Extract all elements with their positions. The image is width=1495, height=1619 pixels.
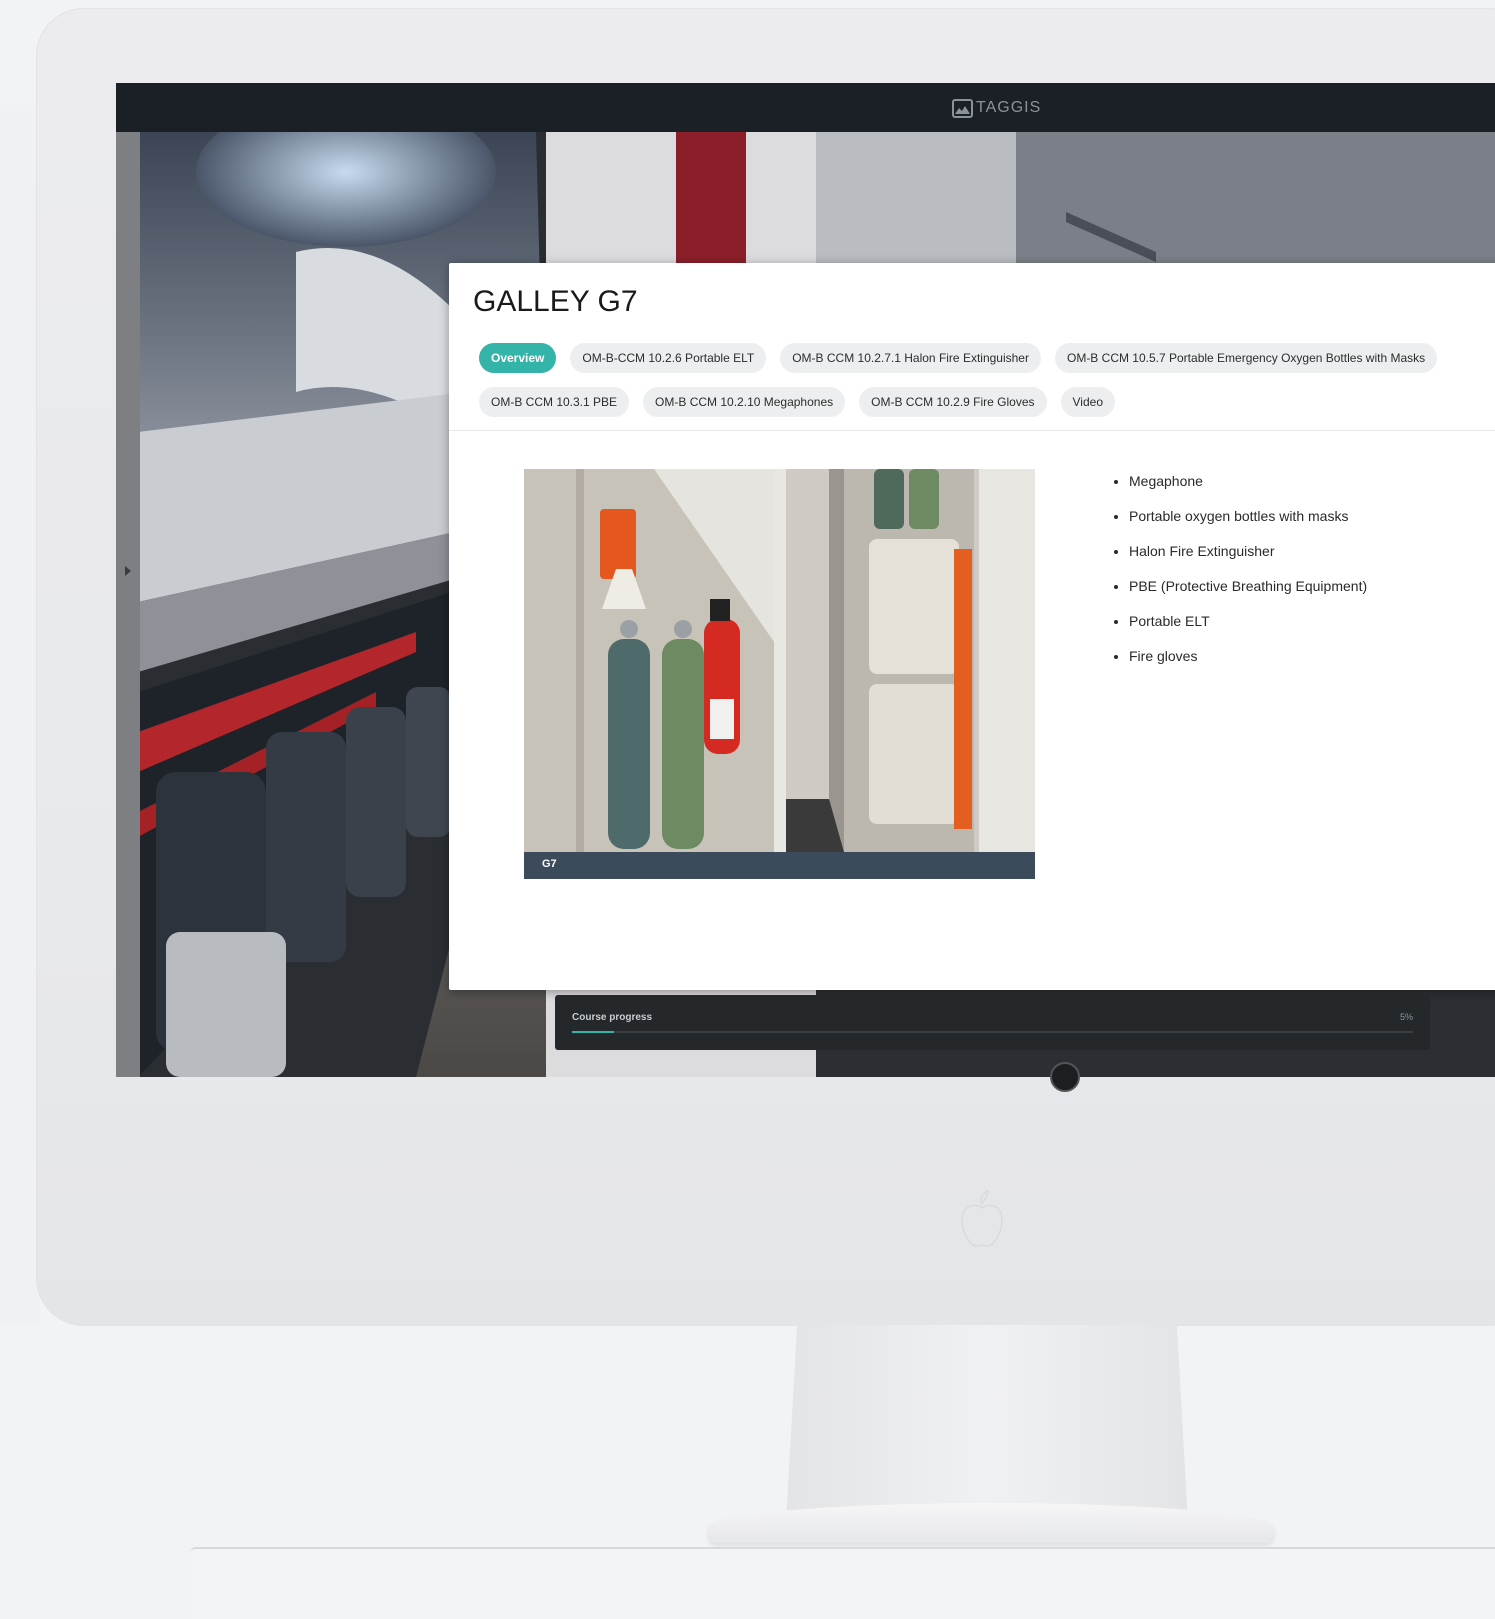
brand-name: TAGGIS [976, 99, 1042, 116]
tab-overview[interactable]: Overview [479, 343, 557, 373]
background [0, 105, 40, 1325]
image-caption-bar: G7 [524, 852, 1035, 879]
list-item: Halon Fire Extinguisher [1129, 541, 1367, 561]
course-progress: Course progress 5% [555, 995, 1430, 1050]
tab-portable-elt[interactable]: OM-B-CCM 10.2.6 Portable ELT [570, 343, 767, 373]
tab-fire-gloves[interactable]: OM-B CCM 10.2.9 Fire Gloves [859, 387, 1047, 417]
sidebar-toggle[interactable] [116, 132, 140, 1077]
list-item: Megaphone [1129, 471, 1367, 491]
progress-fill [572, 1031, 615, 1033]
panel-title: GALLEY G7 [473, 285, 638, 318]
imac-foot [708, 1503, 1274, 1543]
tab-row-1: Overview OM-B-CCM 10.2.6 Portable ELT OM… [479, 343, 1495, 373]
progress-track [572, 1031, 1413, 1033]
taggis-logo-icon [952, 98, 973, 118]
list-item: PBE (Protective Breathing Equipment) [1129, 576, 1367, 596]
list-item: Portable oxygen bottles with masks [1129, 506, 1367, 526]
chevron-right-icon [125, 566, 131, 576]
apple-icon [961, 1190, 1003, 1247]
tab-video[interactable]: Video [1060, 387, 1115, 417]
tab-oxygen-bottles[interactable]: OM-B CCM 10.5.7 Portable Emergency Oxyge… [1054, 343, 1438, 373]
course-progress-percent: 5% [1399, 1012, 1413, 1022]
galley-photo: G7 [524, 469, 1035, 879]
brand: TAGGIS [952, 96, 1041, 120]
list-item: Portable ELT [1129, 611, 1367, 631]
tab-bar: Overview OM-B-CCM 10.2.6 Portable ELT OM… [479, 343, 1495, 431]
tab-megaphones[interactable]: OM-B CCM 10.2.10 Megaphones [643, 387, 846, 417]
list-item: Fire gloves [1129, 646, 1367, 666]
tab-halon-fire-extinguisher[interactable]: OM-B CCM 10.2.7.1 Halon Fire Extinguishe… [780, 343, 1041, 373]
equipment-list: Megaphone Portable oxygen bottles with m… [1111, 471, 1367, 681]
keyboard [190, 1547, 1495, 1619]
divider [449, 430, 1495, 431]
tab-row-2: OM-B CCM 10.3.1 PBE OM-B CCM 10.2.10 Meg… [479, 387, 1495, 417]
tab-pbe[interactable]: OM-B CCM 10.3.1 PBE [479, 387, 630, 417]
galley-info-panel: GALLEY G7 Overview OM-B-CCM 10.2.6 Porta… [449, 263, 1495, 990]
navigation-hotspot[interactable] [1050, 1062, 1080, 1092]
course-progress-label: Course progress [572, 1012, 653, 1023]
top-bar: TAGGIS [116, 83, 1495, 132]
image-caption: G7 [542, 858, 557, 870]
